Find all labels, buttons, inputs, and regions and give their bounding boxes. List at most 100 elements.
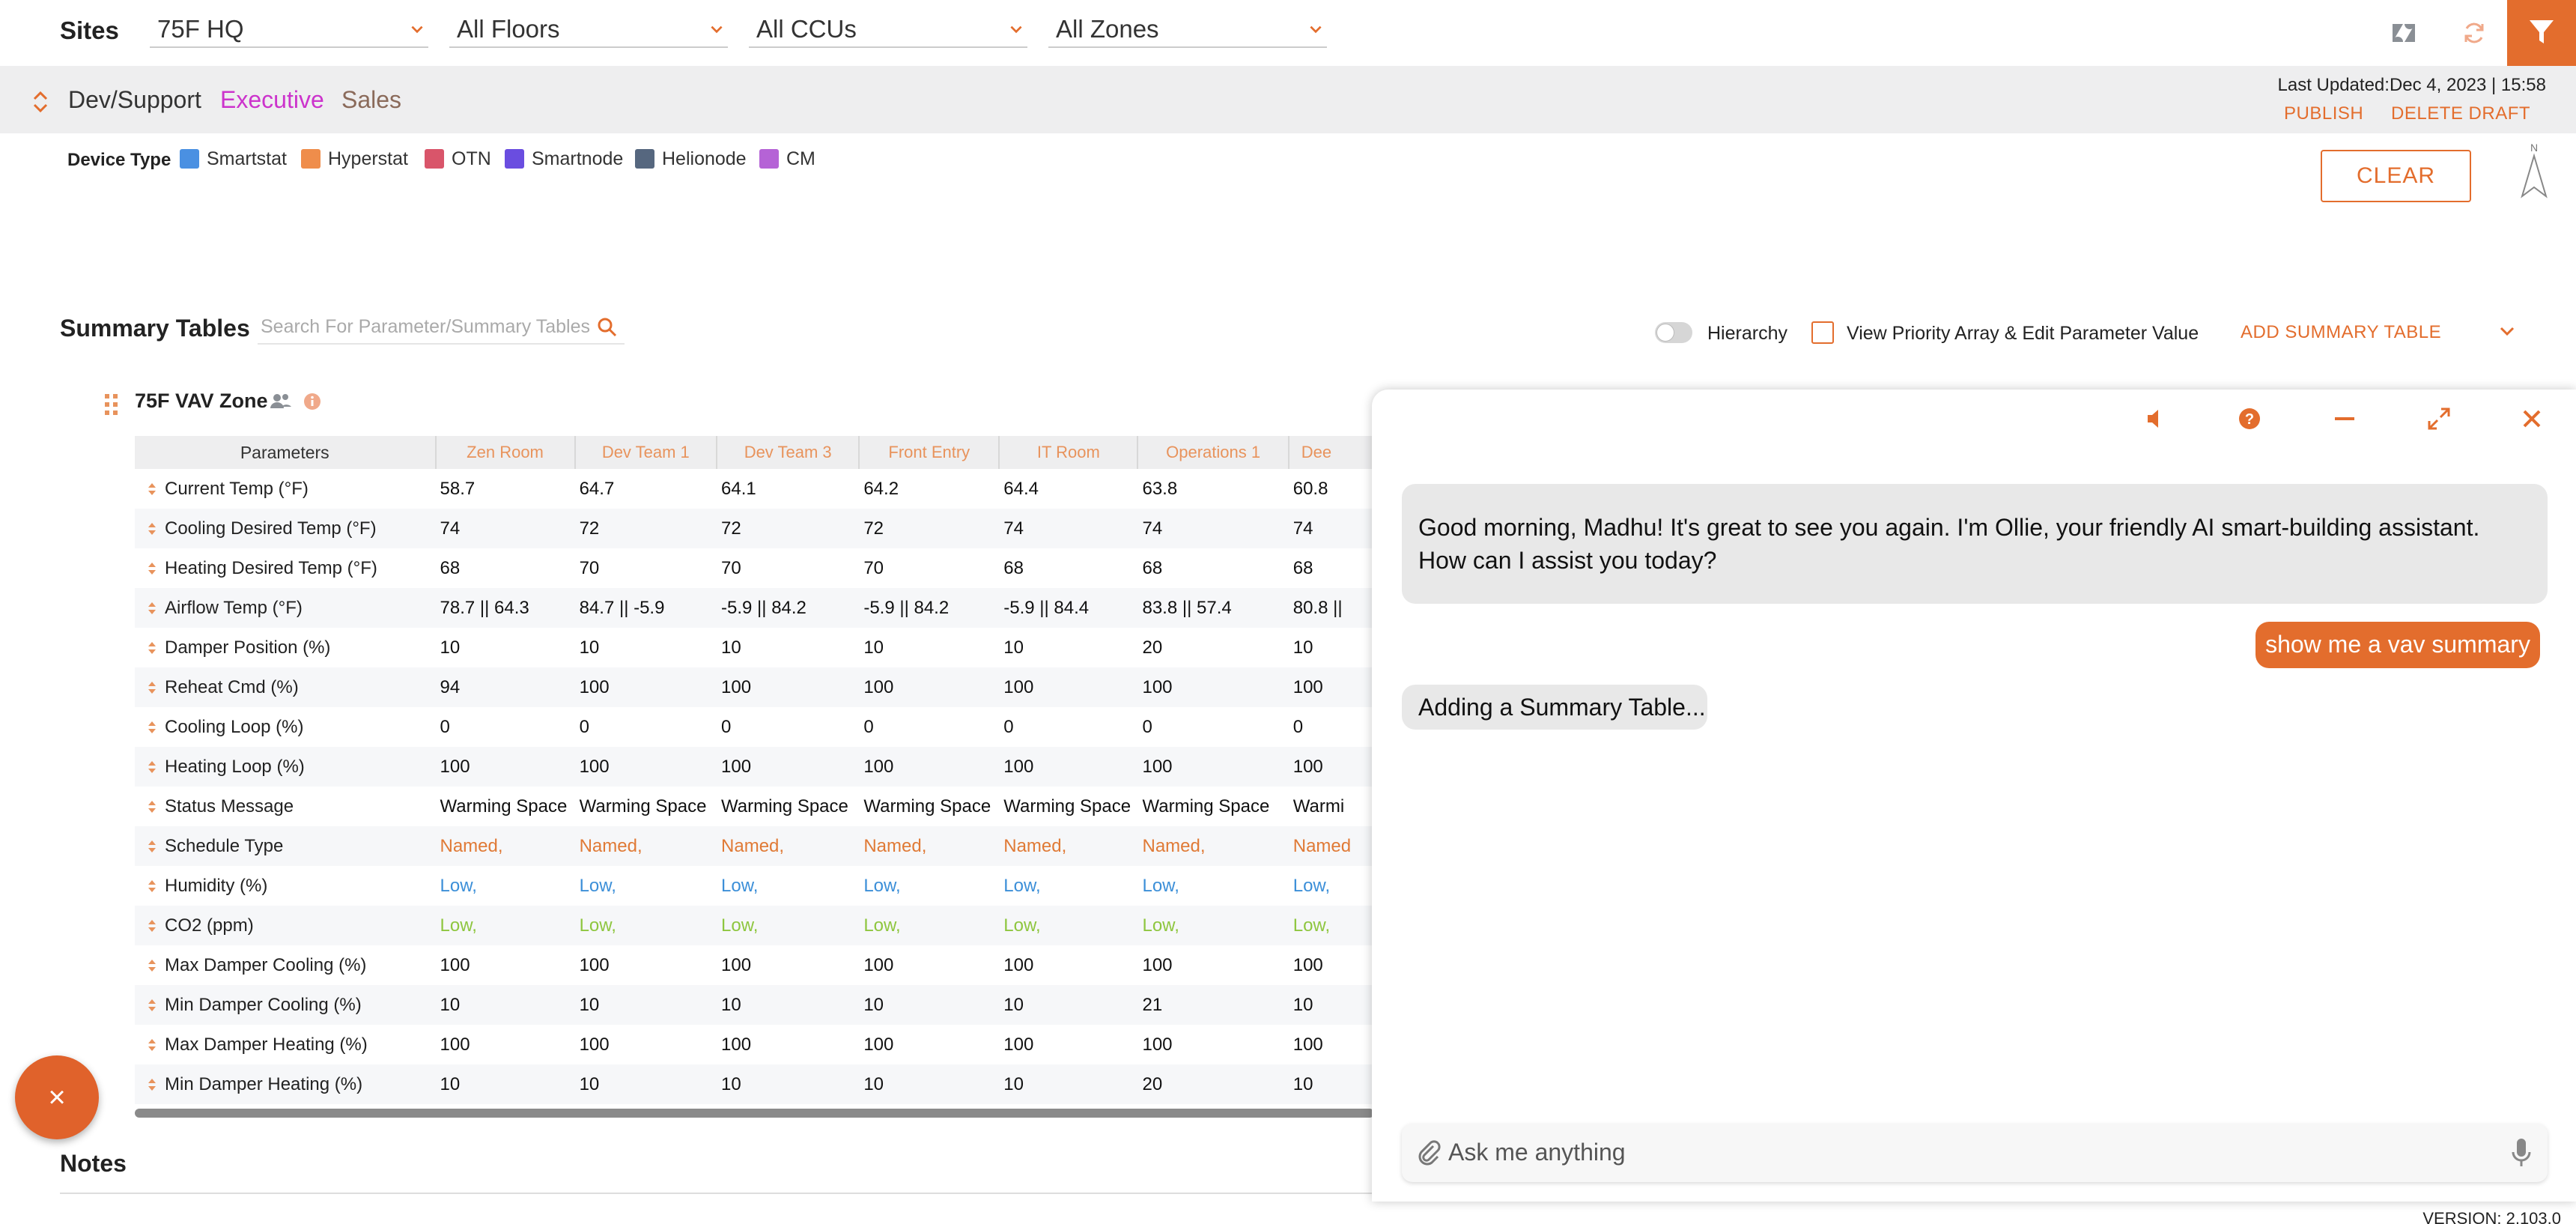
tab-sales[interactable]: Sales	[341, 86, 401, 114]
zendesk-icon[interactable]	[2390, 19, 2417, 46]
add-summary-table-button[interactable]: ADD SUMMARY TABLE	[2241, 322, 2441, 343]
microphone-icon[interactable]	[2510, 1137, 2533, 1169]
table-cell[interactable]: 10	[575, 628, 717, 667]
table-cell[interactable]: 0	[436, 707, 575, 747]
table-cell[interactable]: 10	[717, 985, 860, 1025]
table-cell[interactable]: Low,	[999, 906, 1138, 945]
sort-icon[interactable]	[147, 600, 157, 616]
table-cell[interactable]: 10	[859, 1064, 1000, 1104]
sort-icon[interactable]	[147, 878, 157, 894]
hierarchy-toggle[interactable]	[1655, 322, 1692, 343]
parameter-name[interactable]: Current Temp (°F)	[135, 469, 436, 509]
table-cell[interactable]: Low,	[1288, 906, 1374, 945]
table-cell[interactable]: Warming Space	[859, 787, 999, 826]
chat-input[interactable]: Ask me anything	[1402, 1124, 2548, 1182]
table-cell[interactable]: 100	[1289, 945, 1374, 985]
table-cell[interactable]: -5.9 || 84.4	[999, 588, 1138, 628]
sort-icon[interactable]	[147, 997, 157, 1014]
parameter-name[interactable]: Humidity (%)	[135, 866, 436, 906]
table-cell[interactable]: 10	[435, 985, 575, 1025]
table-cell[interactable]: Named	[1288, 826, 1374, 866]
table-cell[interactable]: 100	[436, 1025, 575, 1064]
table-cell[interactable]: 10	[1288, 1064, 1374, 1104]
priority-array-checkbox[interactable]	[1811, 321, 1834, 344]
table-cell[interactable]: 0	[575, 707, 717, 747]
parameter-name[interactable]: Schedule Type	[135, 826, 436, 866]
table-cell[interactable]: -5.9 || 84.2	[859, 588, 1000, 628]
table-cell[interactable]: 74	[1288, 509, 1374, 548]
table-cell[interactable]: Named,	[717, 826, 860, 866]
table-cell[interactable]: 100	[1137, 945, 1288, 985]
column-header[interactable]: Dev Team 3	[716, 436, 860, 469]
parameter-name[interactable]: Min Damper Cooling (%)	[135, 985, 436, 1025]
sort-icon[interactable]	[147, 679, 157, 696]
sort-icon[interactable]	[147, 560, 157, 577]
sort-icon[interactable]	[147, 799, 157, 815]
close-chat-fab[interactable]: ×	[15, 1055, 99, 1139]
parameter-name[interactable]: Cooling Desired Temp (°F)	[135, 509, 436, 548]
table-cell[interactable]: 100	[435, 747, 575, 787]
table-cell[interactable]: Low,	[574, 906, 717, 945]
table-cell[interactable]: 94	[435, 667, 575, 707]
table-cell[interactable]: 0	[859, 707, 999, 747]
table-cell[interactable]: Low,	[717, 866, 859, 906]
tab-dev-support[interactable]: Dev/Support	[68, 86, 201, 114]
table-cell[interactable]: 100	[574, 667, 717, 707]
horizontal-scrollbar[interactable]	[135, 1109, 1374, 1118]
table-cell[interactable]: 10	[999, 985, 1138, 1025]
parameter-name[interactable]: CO2 (ppm)	[135, 906, 436, 945]
table-cell[interactable]: 64.2	[859, 469, 999, 509]
table-cell[interactable]: 74	[435, 509, 575, 548]
minimize-icon[interactable]	[2332, 406, 2357, 431]
table-cell[interactable]: 0	[1137, 707, 1288, 747]
chevron-down-icon[interactable]	[2497, 321, 2518, 342]
table-cell[interactable]: 100	[575, 1025, 717, 1064]
column-header[interactable]: IT Room	[998, 436, 1138, 469]
zone-select[interactable]: All Zones	[1048, 13, 1327, 48]
table-cell[interactable]: Named,	[999, 826, 1138, 866]
refresh-icon[interactable]	[2461, 19, 2488, 46]
table-cell[interactable]: 20	[1137, 628, 1288, 667]
table-cell[interactable]: 100	[859, 945, 999, 985]
table-cell[interactable]: Warming Space	[436, 787, 575, 826]
table-cell[interactable]: Named,	[1137, 826, 1289, 866]
parameter-name[interactable]: Heating Desired Temp (°F)	[135, 548, 436, 588]
table-cell[interactable]: 10	[717, 1064, 860, 1104]
info-icon[interactable]	[301, 390, 323, 413]
table-cell[interactable]: 100	[717, 945, 859, 985]
parameter-name[interactable]: Max Damper Cooling (%)	[135, 945, 436, 985]
table-cell[interactable]: 100	[1137, 1025, 1288, 1064]
clear-button[interactable]: CLEAR	[2321, 150, 2471, 202]
table-cell[interactable]: 68	[999, 548, 1137, 588]
table-cell[interactable]: 80.8 ||	[1288, 588, 1374, 628]
help-icon[interactable]: ?	[2237, 406, 2262, 431]
expand-icon[interactable]	[2426, 406, 2452, 431]
table-cell[interactable]: 10	[574, 985, 717, 1025]
column-header[interactable]: Dee	[1287, 436, 1374, 469]
table-cell[interactable]: 21	[1137, 985, 1289, 1025]
table-cell[interactable]: -5.9 || 84.2	[717, 588, 860, 628]
table-cell[interactable]: 0	[999, 707, 1137, 747]
table-cell[interactable]: Low,	[435, 906, 575, 945]
table-cell[interactable]: 10	[717, 628, 859, 667]
table-cell[interactable]: 100	[1289, 1025, 1374, 1064]
floor-select[interactable]: All Floors	[449, 13, 728, 48]
table-cell[interactable]: 74	[999, 509, 1138, 548]
table-cell[interactable]: 72	[574, 509, 717, 548]
table-cell[interactable]: 100	[999, 747, 1138, 787]
mute-icon[interactable]	[2143, 406, 2169, 431]
table-cell[interactable]: Low,	[1137, 866, 1288, 906]
table-cell[interactable]: 10	[574, 1064, 717, 1104]
column-header[interactable]: Zen Room	[434, 436, 575, 469]
table-cell[interactable]: 68	[1289, 548, 1374, 588]
table-cell[interactable]: 100	[859, 747, 1000, 787]
table-cell[interactable]: 72	[859, 509, 1000, 548]
table-cell[interactable]: 100	[859, 1025, 999, 1064]
parameter-name[interactable]: Heating Loop (%)	[135, 747, 436, 787]
table-cell[interactable]: Low,	[1137, 906, 1289, 945]
table-cell[interactable]: 58.7	[436, 469, 575, 509]
table-cell[interactable]: Warming Space	[999, 787, 1137, 826]
table-cell[interactable]: 10	[1288, 985, 1374, 1025]
table-cell[interactable]: 10	[999, 628, 1137, 667]
table-cell[interactable]: 100	[717, 667, 860, 707]
